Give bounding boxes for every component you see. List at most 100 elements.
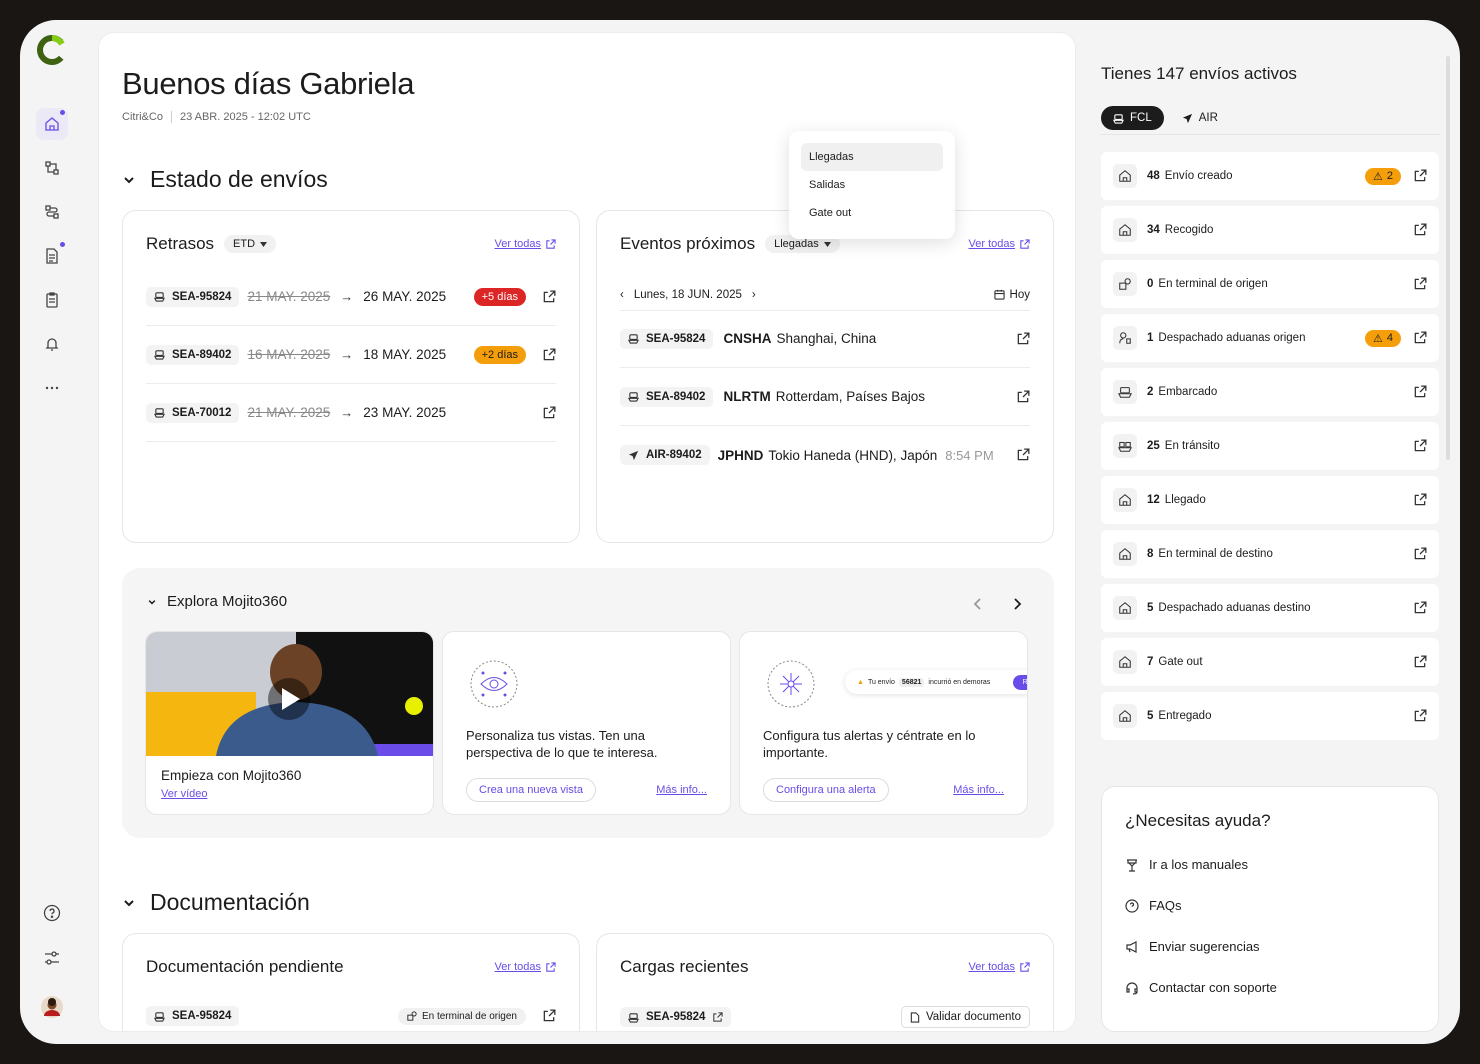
events-view-all[interactable]: Ver todas [969,238,1030,250]
external-link-icon[interactable] [712,1011,724,1023]
pending-doc-row[interactable]: SEA-95824 En terminal de origen [146,1006,556,1026]
help-faqs-link[interactable]: FAQs [1125,898,1182,913]
chevron-left-icon[interactable]: ‹ [620,289,624,301]
recent-upload-row[interactable]: SEA-95824 Validar documento [620,1006,1030,1028]
nav-settings[interactable] [36,942,68,974]
create-alert-button[interactable]: Configura una alerta [763,778,889,802]
explore-header[interactable]: Explora Mojito360 [147,593,287,610]
toast-action: Reso [1012,674,1027,690]
tab-air[interactable]: AIR [1170,106,1230,130]
external-link-icon[interactable] [1016,448,1030,462]
external-link-icon[interactable] [1413,277,1427,291]
tab-fcl[interactable]: FCL [1101,106,1164,130]
ship-icon [628,1012,639,1023]
dropdown-option-salidas[interactable]: Salidas [801,171,943,199]
section-estado[interactable]: Estado de envíos [122,166,328,193]
nav-shipments[interactable] [36,152,68,184]
shipment-id[interactable]: SEA-70012 [146,402,240,423]
external-link-icon[interactable] [1413,169,1427,183]
alerts-more-info-link[interactable]: Más info... [953,784,1004,796]
calendar-icon [993,289,1005,300]
validate-document-button[interactable]: Validar documento [900,1006,1030,1028]
external-link-icon[interactable] [1016,332,1030,346]
chevron-right-icon[interactable]: › [752,289,756,301]
external-link-icon[interactable] [542,1009,556,1023]
status-row[interactable]: 1 Despachado aduanas origen ⚠ 4 [1101,314,1439,362]
status-row[interactable]: 12 Llegado [1101,476,1439,524]
external-link-icon[interactable] [542,406,556,420]
shipment-id[interactable]: AIR-89402 [620,445,710,465]
nav-help[interactable] [36,897,68,929]
recent-uploads-view-all[interactable]: Ver todas [969,961,1030,973]
pending-docs-view-all[interactable]: Ver todas [495,961,556,973]
help-feedback-link[interactable]: Enviar sugerencias [1125,939,1260,954]
status-row[interactable]: 34 Recogido [1101,206,1439,254]
help-manuals-link[interactable]: Ir a los manuales [1125,857,1248,872]
today-button[interactable]: Hoy [993,289,1030,301]
status-badge-label: En terminal de origen [421,1010,517,1022]
external-link-icon[interactable] [1413,439,1427,453]
external-link-icon[interactable] [542,348,556,362]
events-filter-label: Llegadas [774,238,819,250]
status-row[interactable]: 8 En terminal de destino [1101,530,1439,578]
status-row[interactable]: 0 En terminal de origen [1101,260,1439,308]
external-link-icon[interactable] [1413,493,1427,507]
status-label: Entregado [1158,710,1212,722]
external-link-icon[interactable] [1413,601,1427,615]
help-support-link[interactable]: Contactar con soporte [1125,980,1277,995]
mojito-logo[interactable] [34,32,70,68]
external-link-icon[interactable] [1413,385,1427,399]
shipment-id[interactable]: SEA-95824 [146,286,240,307]
status-row[interactable]: 5 Entregado [1101,692,1439,740]
shipment-id[interactable]: SEA-95824 [146,1006,240,1026]
external-link-icon[interactable] [1016,390,1030,404]
event-row[interactable]: SEA-95824 CNSHA Shanghai, China [620,310,1030,368]
current-datetime: 23 ABR. 2025 - 12:02 UTC [179,111,311,123]
external-link-icon[interactable] [1413,223,1427,237]
nav-home[interactable] [36,108,68,140]
event-row[interactable]: AIR-89402 JPHND Tokio Haneda (HND), Japó… [620,426,1030,484]
create-view-button[interactable]: Crea una nueva vista [466,778,596,802]
shipment-id[interactable]: SEA-95824 [620,328,714,349]
status-row[interactable]: 25 En tránsito [1101,422,1439,470]
nav-routes[interactable] [36,196,68,228]
views-more-info-link[interactable]: Más info... [656,784,707,796]
status-label: Llegado [1164,494,1206,506]
nav-more[interactable] [36,372,68,404]
delays-view-all[interactable]: Ver todas [495,238,556,250]
dropdown-option-llegadas[interactable]: Llegadas [801,143,943,171]
avatar[interactable] [36,991,68,1023]
external-link-icon[interactable] [1413,547,1427,561]
external-link-icon[interactable] [542,290,556,304]
external-link-icon[interactable] [1413,709,1427,723]
delays-filter[interactable]: ETD [224,235,277,253]
section-documentacion[interactable]: Documentación [122,889,310,916]
delay-row[interactable]: SEA-95824 21 MAY. 2025 → 26 MAY. 2025 +5… [146,268,556,326]
carousel-next-icon[interactable] [1012,597,1022,611]
delay-row[interactable]: SEA-89402 16 MAY. 2025 → 18 MAY. 2025 +2… [146,326,556,384]
carousel-prev-icon[interactable] [973,597,983,611]
settings-icon [45,951,59,965]
delay-row[interactable]: SEA-70012 21 MAY. 2025 → 23 MAY. 2025 [146,384,556,442]
status-row[interactable]: 7 Gate out [1101,638,1439,686]
external-link-icon[interactable] [1413,331,1427,345]
external-link-icon[interactable] [1413,655,1427,669]
explore-section: Explora Mojito360 Empieza con Mojito360 [122,568,1054,838]
nav-notifications[interactable] [36,328,68,360]
watch-video-link[interactable]: Ver vídeo [161,788,207,800]
nav-tasks[interactable] [36,284,68,316]
shipment-id[interactable]: SEA-89402 [146,344,240,365]
status-row[interactable]: 2 Embarcado [1101,368,1439,416]
video-thumbnail[interactable] [146,632,434,756]
status-row[interactable]: 5 Despachado aduanas destino [1101,584,1439,632]
shipment-id[interactable]: SEA-89402 [620,386,714,407]
explore-card-video[interactable]: Empieza con Mojito360 Ver vídeo [145,631,434,815]
status-icon-wrap [1113,380,1137,404]
shipment-id[interactable]: SEA-95824 [620,1007,732,1027]
event-row[interactable]: SEA-89402 NLRTM Rotterdam, Países Bajos [620,368,1030,426]
sidebar-scrollbar[interactable] [1446,56,1450,460]
nav-documents[interactable] [36,240,68,272]
status-row[interactable]: 48 Envío creado ⚠ 2 [1101,152,1439,200]
help-faqs-label: FAQs [1149,898,1182,913]
dropdown-option-gate-out[interactable]: Gate out [801,199,943,227]
